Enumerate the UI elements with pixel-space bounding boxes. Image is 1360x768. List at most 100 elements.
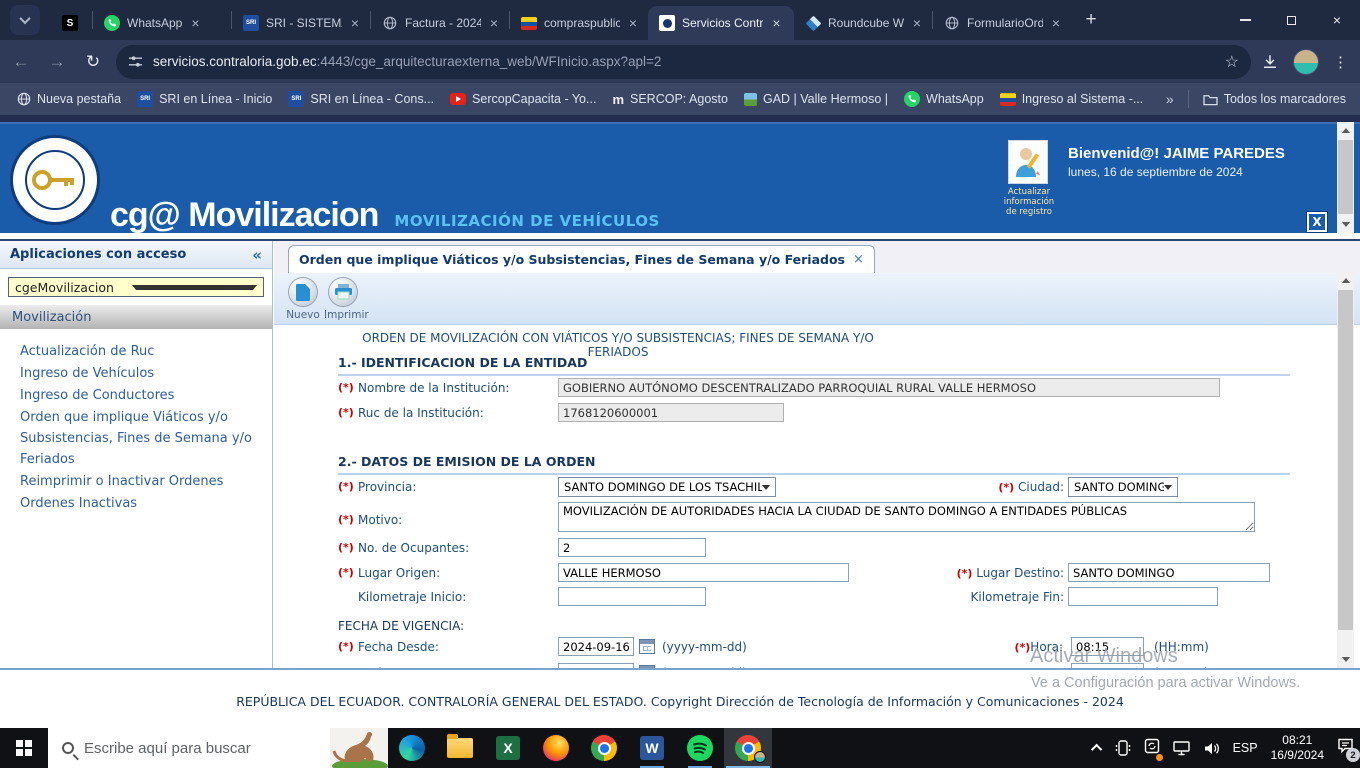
reload-button[interactable]: ↻ [78,47,108,77]
lugar-destino-input[interactable] [1068,563,1270,582]
document-tab-row: Orden que implique Viáticos y/o Subsiste… [274,241,1360,273]
maximize-button[interactable] [1268,0,1314,40]
taskbar-search[interactable] [48,728,388,768]
taskbar-edge-icon[interactable] [388,728,436,768]
browser-tab-compraspublicas[interactable]: compraspublic × [510,6,648,40]
sidebar-item-ingreso-conductores[interactable]: Ingreso de Conductores [20,385,266,406]
taskbar-chrome-icon[interactable] [580,728,628,768]
sidebar-group-movilizacion[interactable]: Movilización [0,305,272,329]
scroll-up-button[interactable] [1337,122,1354,139]
scroll-up-button[interactable] [1337,272,1354,289]
tab-close-icon[interactable]: × [189,15,201,31]
scrollbar-thumb[interactable] [1338,140,1353,214]
browser-tab-formulario[interactable]: FormularioOrd × [933,6,1071,40]
taskbar-file-explorer-icon[interactable] [436,728,484,768]
scrollbar-thumb[interactable] [1338,290,1353,630]
taskbar-spotify-icon[interactable] [676,728,724,768]
profile-avatar[interactable] [1293,48,1319,75]
logout-close-button[interactable]: X [1306,211,1328,233]
provincia-select[interactable]: SANTO DOMINGO DE LOS TSACHILAS [558,477,776,497]
language-indicator[interactable]: ESP [1233,741,1258,755]
tray-chevron-up-icon[interactable] [1090,743,1102,756]
bookmark-label: SercopCapacita - Yo... [472,92,597,106]
bookmarks-overflow-button[interactable]: » [1166,91,1174,107]
back-button[interactable]: ← [6,47,36,77]
ciudad-select[interactable]: SANTO DOMINGO [1068,477,1178,497]
browser-tab-servicios-active[interactable]: Servicios Contr × [648,6,794,40]
document-tab-orden[interactable]: Orden que implique Viáticos y/o Subsiste… [288,245,875,273]
phone-link-icon[interactable] [1115,740,1131,756]
kilometraje-fin-input[interactable] [1068,587,1218,606]
sidebar-item-ingreso-vehiculos[interactable]: Ingreso de Vehículos [20,363,266,384]
sidebar-item-ordenes-inactivas[interactable]: Ordenes Inactivas [20,493,266,514]
scroll-down-button[interactable] [1337,216,1354,233]
taskbar-word-icon[interactable]: W [628,728,676,768]
browser-tab-s[interactable]: S [46,6,92,40]
menu-kebab-icon[interactable]: ⋮ [1333,53,1348,71]
sidebar-item-orden-viaticos[interactable]: Orden que implique Viáticos y/o Subsiste… [20,407,266,470]
tab-close-icon[interactable]: × [770,15,782,31]
kilometraje-inicio-input[interactable] [558,587,706,606]
motivo-textarea[interactable]: MOVILIZACIÓN DE AUTORIDADES HACIA LA CIU… [558,502,1255,532]
tab-close-icon[interactable]: × [911,15,923,31]
fecha-desde-input[interactable] [558,637,634,656]
scroll-down-button[interactable] [1337,651,1354,668]
address-bar[interactable]: servicios.contraloria.gob.ec:4443/cge_ar… [116,44,1251,79]
imprimir-button[interactable]: Imprimir [324,277,369,321]
close-window-button[interactable]: × [1314,0,1360,40]
roundcube-icon [805,15,821,31]
browser-tab-roundcube[interactable]: Roundcube We × [794,6,932,40]
browser-tab-sri[interactable]: SRI SRI - SISTEMA D × [232,6,370,40]
notification-center-icon[interactable]: 2 [1337,738,1360,762]
bookmark-gad-valle-hermoso[interactable]: GAD | Valle Hermoso | [743,92,888,106]
sidebar-item-actualizacion-ruc[interactable]: Actualización de Ruc [20,341,266,362]
update-status-icon[interactable] [1144,738,1163,761]
all-bookmarks-button[interactable]: Todos los marcadores [1203,92,1346,107]
new-tab-button[interactable]: + [1077,6,1105,34]
bookmark-sri-consultas[interactable]: SRI SRI en Línea - Cons... [288,91,434,107]
tab-close-icon[interactable]: × [1050,15,1062,31]
ruc-institucion-input [558,403,784,422]
speaker-icon[interactable] [1203,741,1220,756]
minimize-button[interactable] [1222,0,1268,40]
tab-close-icon[interactable]: × [488,15,500,31]
taskbar-excel-icon[interactable]: X [484,728,532,768]
browser-tab-factura[interactable]: Factura - 2024- × [371,6,509,40]
ocupantes-input[interactable] [558,538,706,557]
network-display-icon[interactable] [1172,740,1190,756]
sidebar-item-reimprimir-inactivar[interactable]: Reimprimir o Inactivar Ordenes [20,471,266,492]
search-highlight-kangaroo-image[interactable] [330,728,388,768]
header-scrollbar[interactable] [1337,122,1354,233]
tab-search-button[interactable] [10,5,40,35]
forward-button[interactable]: → [42,47,72,77]
nuevo-button[interactable]: Nuevo [284,277,322,321]
collapse-sidebar-button[interactable]: « [252,246,262,264]
bookmark-ingreso-sistema[interactable]: Ingreso al Sistema -... [999,92,1143,106]
bookmark-star-icon[interactable]: ☆ [1217,52,1239,72]
bookmark-sri-inicio[interactable]: SRI SRI en Línea - Inicio [137,91,272,107]
update-registration-avatar[interactable] [1008,140,1048,184]
bookmark-label: Todos los marcadores [1223,92,1346,106]
taskbar-firefox-icon[interactable] [532,728,580,768]
download-icon[interactable] [1261,53,1279,71]
tab-close-icon[interactable]: × [349,15,361,31]
site-settings-icon[interactable] [128,54,143,69]
bookmark-label: Nueva pestaña [37,92,122,106]
taskbar-chrome-active-icon[interactable] [724,728,772,768]
start-button[interactable] [0,728,48,768]
document-tab-close-icon[interactable]: × [853,252,864,267]
application-select[interactable]: cgeMovilizacion [8,277,264,297]
clock[interactable]: 08:21 16/9/2024 [1271,733,1324,763]
bookmark-sercopcapacita[interactable]: SercopCapacita - Yo... [450,92,596,106]
browser-tab-whatsapp[interactable]: WhatsApp × [93,6,231,40]
tab-title: WhatsApp [127,16,183,30]
tab-close-icon[interactable]: × [627,15,639,31]
lugar-origen-input[interactable] [558,563,849,582]
ecuador-flag-icon [999,92,1016,106]
content-scrollbar[interactable] [1337,272,1354,668]
calendar-icon[interactable] [639,639,655,654]
bookmark-sercop-agosto[interactable]: m SERCOP: Agosto [612,92,728,107]
search-input[interactable] [84,739,330,757]
bookmark-whatsapp[interactable]: WhatsApp [904,91,984,107]
bookmark-nueva-pestana[interactable]: Nueva pestaña [16,92,121,107]
